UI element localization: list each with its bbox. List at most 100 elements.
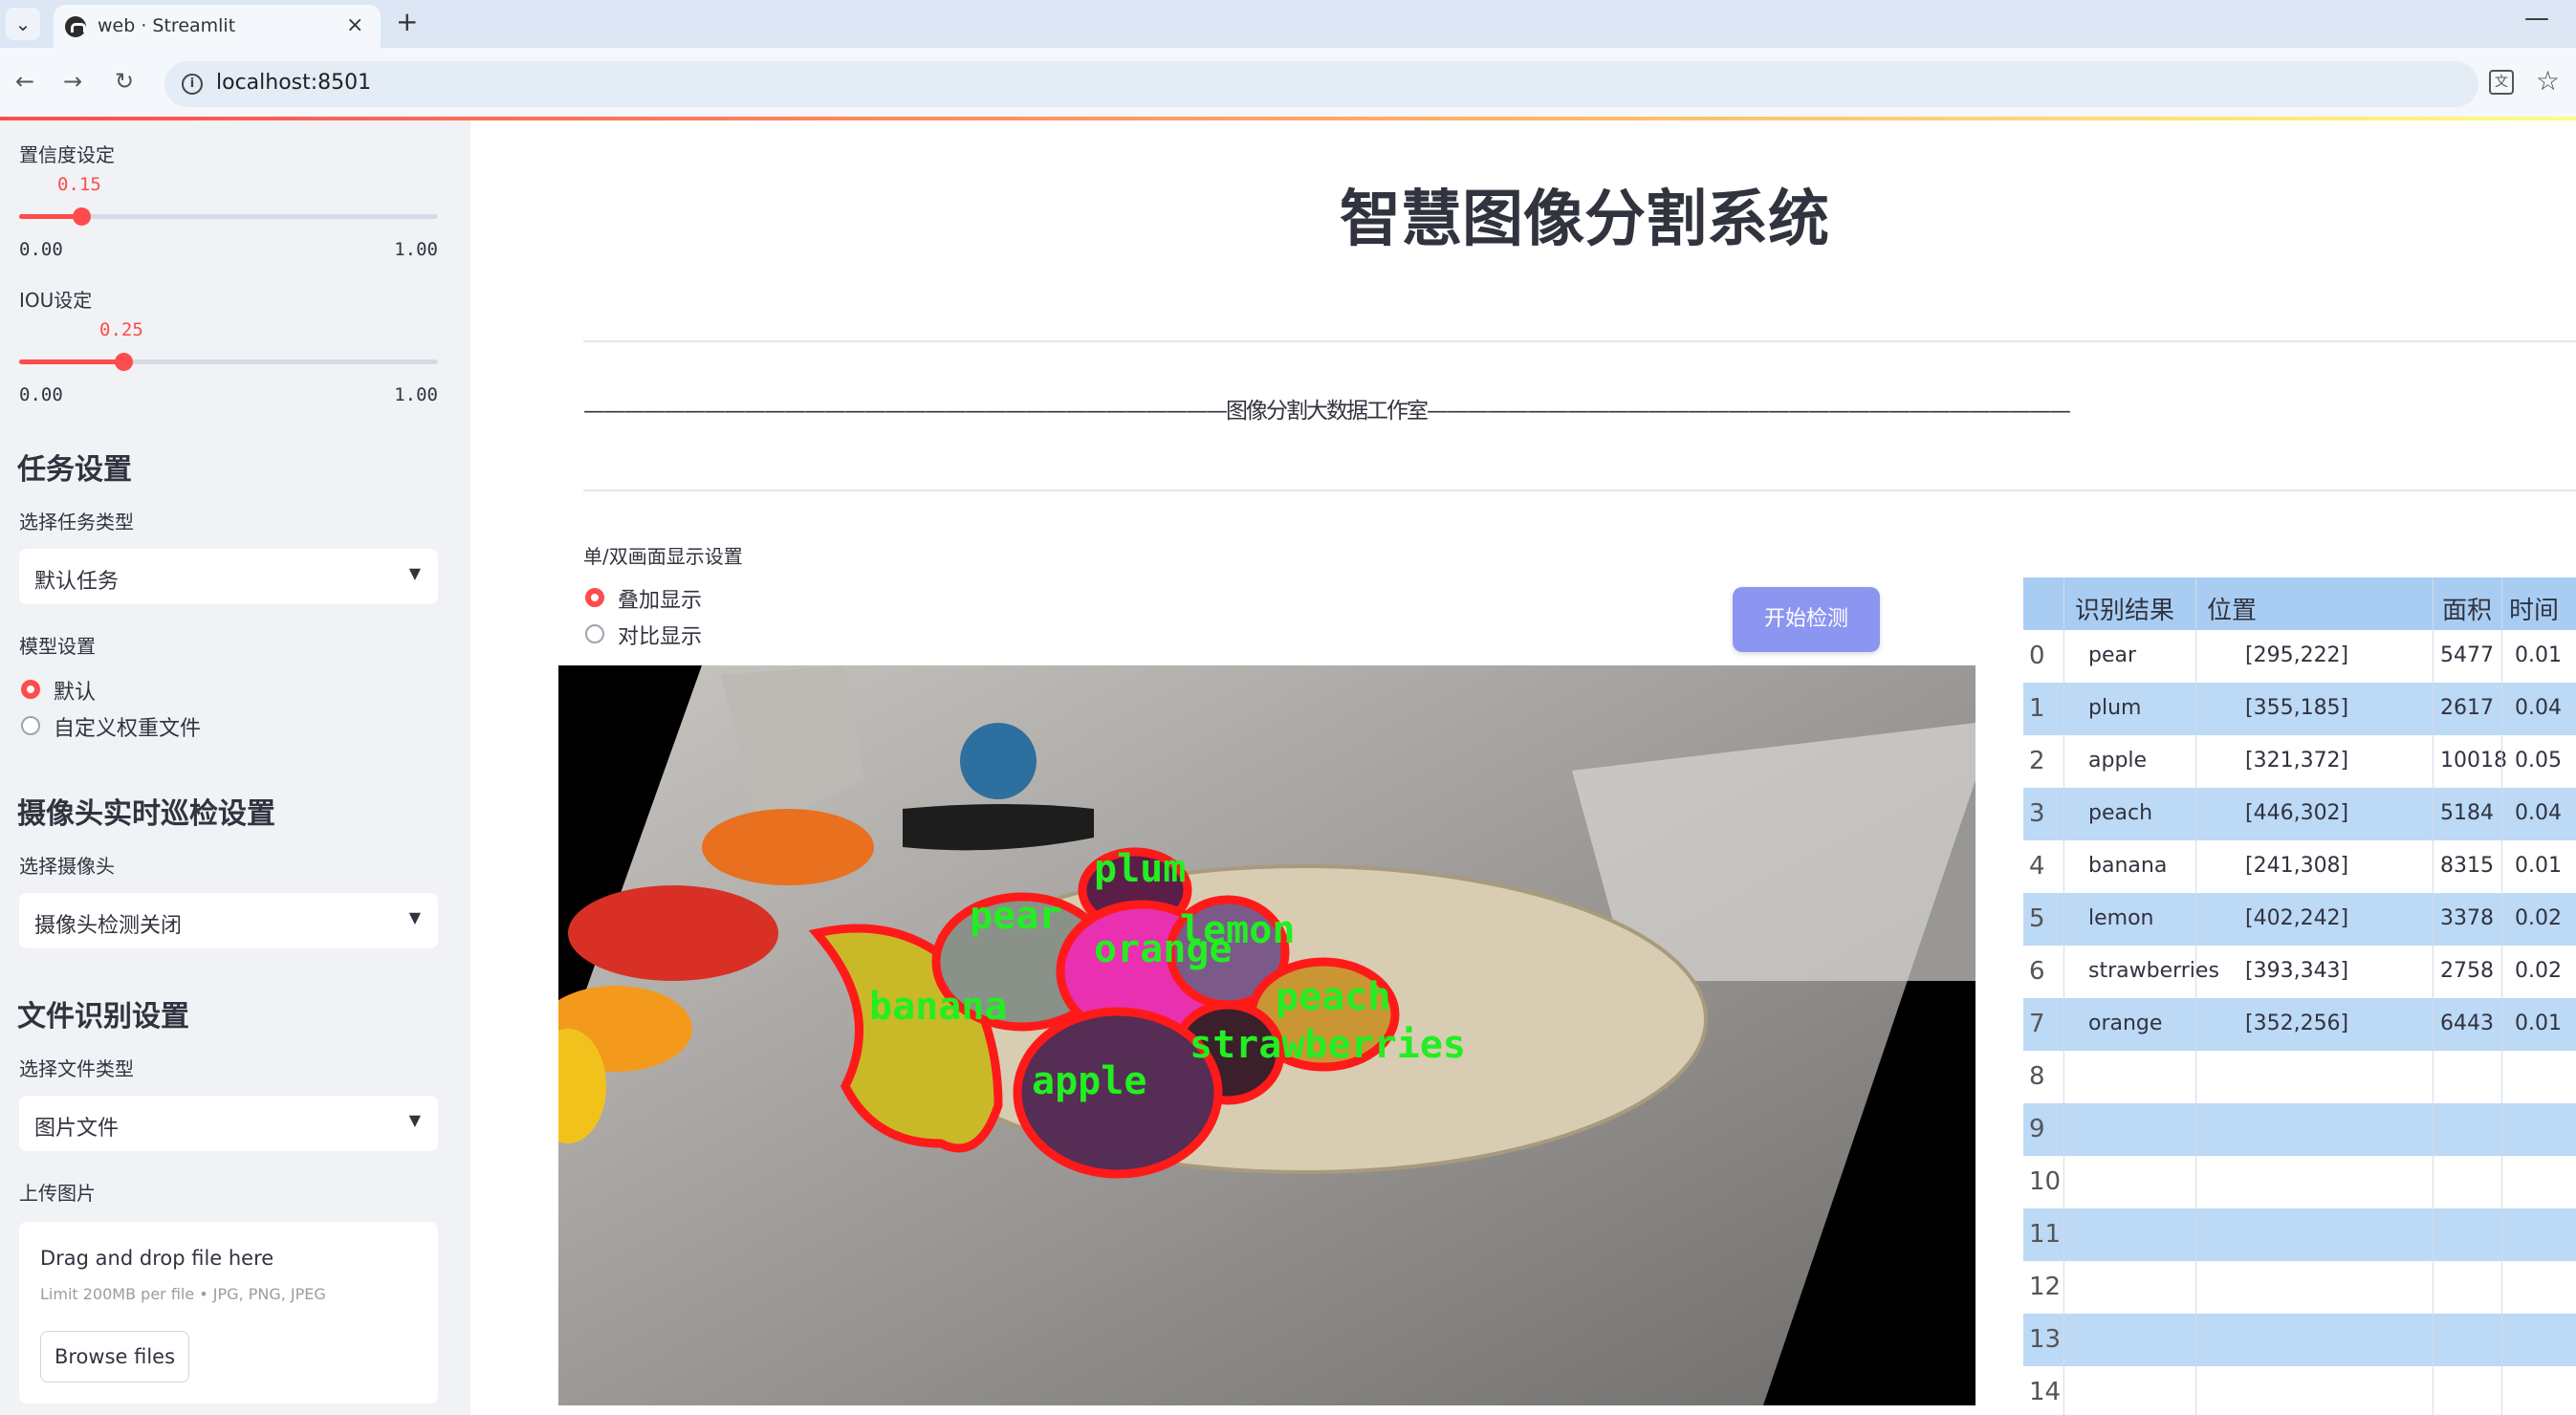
url-field[interactable]: i localhost:8501 — [164, 61, 2478, 107]
chevron-down-icon: ▼ — [408, 1111, 421, 1129]
cell-position: [352,256] — [2245, 1012, 2349, 1035]
header-area[interactable]: 面积 — [2442, 591, 2492, 626]
iou-max: 1.00 — [394, 384, 438, 405]
cell-position: [355,185] — [2245, 696, 2349, 720]
cell-time: 0.04 — [2515, 801, 2562, 825]
translate-icon[interactable]: 文 — [2489, 70, 2514, 95]
model-option-default: 默认 — [54, 681, 97, 705]
table-row[interactable]: 14 — [2023, 1366, 2576, 1415]
cell-result: strawberries — [2088, 959, 2219, 983]
table-row[interactable]: 12 — [2023, 1261, 2576, 1314]
segmentation-canvas: plum pear lemon orange banana peach stra… — [558, 665, 1976, 1405]
table-header-row: 识别结果 位置 面积 时间 — [2023, 577, 2576, 630]
camera-select-label: 选择摄像头 — [19, 855, 115, 878]
row-index: 14 — [2029, 1378, 2062, 1406]
column-divider — [2501, 577, 2502, 1415]
table-row[interactable]: 2 apple [321,372] 10018 0.05 — [2023, 735, 2576, 788]
row-index: 8 — [2029, 1062, 2045, 1091]
cell-time: 0.01 — [2515, 854, 2562, 878]
cell-result: lemon — [2088, 906, 2154, 930]
task-type-select[interactable]: 默认任务 ▼ — [19, 549, 438, 604]
site-info-icon[interactable]: i — [182, 74, 203, 95]
tab-close-icon[interactable]: × — [346, 13, 363, 37]
camera-select[interactable]: 摄像头检测关闭 ▼ — [19, 893, 438, 948]
row-index: 0 — [2029, 642, 2045, 670]
file-uploader-dropzone[interactable]: Drag and drop file here Limit 200MB per … — [19, 1222, 438, 1404]
confidence-min: 0.00 — [19, 239, 63, 260]
iou-slider-thumb[interactable] — [115, 353, 133, 371]
row-index: 10 — [2029, 1167, 2062, 1196]
url-text: localhost:8501 — [216, 71, 372, 95]
header-result[interactable]: 识别结果 — [2075, 591, 2174, 626]
chevron-down-icon: ▼ — [408, 908, 421, 926]
row-index: 3 — [2029, 799, 2045, 828]
table-row[interactable]: 4 banana [241,308] 8315 0.01 — [2023, 840, 2576, 893]
row-index: 11 — [2029, 1220, 2062, 1249]
file-settings-heading: 文件识别设置 — [17, 1000, 189, 1034]
table-row[interactable]: 5 lemon [402,242] 3378 0.02 — [2023, 893, 2576, 946]
banana-label: banana — [869, 985, 1008, 1029]
cell-position: [446,302] — [2245, 801, 2349, 825]
cell-result: apple — [2088, 749, 2148, 773]
table-row[interactable]: 7 orange [352,256] 6443 0.01 — [2023, 998, 2576, 1051]
file-type-select[interactable]: 图片文件 ▼ — [19, 1096, 438, 1151]
table-row[interactable]: 6 strawberries [393,343] 2758 0.02 — [2023, 946, 2576, 998]
file-type-label: 选择文件类型 — [19, 1057, 134, 1080]
row-index: 1 — [2029, 694, 2045, 723]
apple-label: apple — [1032, 1059, 1146, 1103]
file-type-value: 图片文件 — [34, 1117, 120, 1141]
table-row[interactable]: 8 — [2023, 1051, 2576, 1103]
display-option-overlay: 叠加显示 — [618, 589, 703, 613]
cell-area: 8315 — [2440, 854, 2494, 878]
reload-icon[interactable]: ↻ — [115, 68, 134, 95]
iou-min: 0.00 — [19, 384, 63, 405]
studio-banner: ————————————————————————————————图像分割大数据工… — [583, 399, 2071, 424]
row-index: 9 — [2029, 1115, 2045, 1143]
row-index: 12 — [2029, 1273, 2062, 1301]
minimize-icon[interactable]: — — [2524, 4, 2549, 33]
start-detection-button[interactable]: 开始检测 — [1733, 587, 1880, 652]
cell-result: plum — [2088, 696, 2142, 720]
divider — [583, 340, 2576, 342]
cell-area: 10018 — [2440, 749, 2507, 773]
cell-time: 0.01 — [2515, 1012, 2562, 1035]
chevron-down-icon: ▼ — [408, 564, 421, 582]
model-option-custom: 自定义权重文件 — [54, 717, 202, 741]
confidence-label: 置信度设定 — [19, 143, 115, 166]
row-index: 4 — [2029, 852, 2045, 881]
header-position[interactable]: 位置 — [2207, 591, 2257, 626]
tab-search-chevron-icon[interactable]: ⌄ — [6, 8, 40, 40]
confidence-slider[interactable]: 0.15 0.00 1.00 — [19, 174, 438, 260]
display-option-compare: 对比显示 — [618, 625, 703, 649]
new-tab-icon[interactable]: + — [396, 6, 418, 37]
browser-tab-bar: ⌄ web · Streamlit × + — — [0, 0, 2576, 48]
table-row[interactable]: 10 — [2023, 1156, 2576, 1208]
radio-unselected-icon — [21, 716, 40, 735]
cell-area: 6443 — [2440, 1012, 2494, 1035]
iou-slider[interactable]: 0.25 0.00 1.00 — [19, 319, 438, 405]
browse-files-button[interactable]: Browse files — [40, 1331, 189, 1382]
bookmark-star-icon[interactable]: ☆ — [2536, 65, 2560, 97]
table-row[interactable]: 11 — [2023, 1208, 2576, 1261]
table-row[interactable]: 13 — [2023, 1314, 2576, 1366]
row-index: 5 — [2029, 904, 2045, 933]
row-index: 7 — [2029, 1010, 2045, 1038]
table-row[interactable]: 3 peach [446,302] 5184 0.04 — [2023, 788, 2576, 840]
camera-settings-heading: 摄像头实时巡检设置 — [17, 797, 275, 831]
back-arrow-icon[interactable]: ← — [15, 68, 34, 95]
page-title: 智慧图像分割系统 — [1340, 185, 1829, 255]
cell-result: orange — [2088, 1012, 2163, 1035]
cell-area: 5477 — [2440, 643, 2494, 667]
table-row[interactable]: 0 pear [295,222] 5477 0.01 — [2023, 630, 2576, 683]
results-table[interactable]: 识别结果 位置 面积 时间 0 pear [295,222] 5477 0.01 1 plu… — [2023, 577, 2576, 1415]
confidence-slider-thumb[interactable] — [73, 207, 91, 226]
forward-arrow-icon[interactable]: → — [63, 68, 82, 95]
header-time[interactable]: 时间 — [2509, 591, 2559, 626]
task-type-label: 选择任务类型 — [19, 511, 134, 533]
table-row[interactable]: 9 — [2023, 1103, 2576, 1156]
cell-time: 0.01 — [2515, 643, 2562, 667]
table-row[interactable]: 1 plum [355,185] 2617 0.04 — [2023, 683, 2576, 735]
orange-cup — [702, 809, 874, 885]
sidebar: 置信度设定 0.15 0.00 1.00 IOU设定 0.25 0.00 1.0… — [0, 120, 470, 1415]
browser-tab[interactable]: web · Streamlit × — [54, 5, 381, 48]
